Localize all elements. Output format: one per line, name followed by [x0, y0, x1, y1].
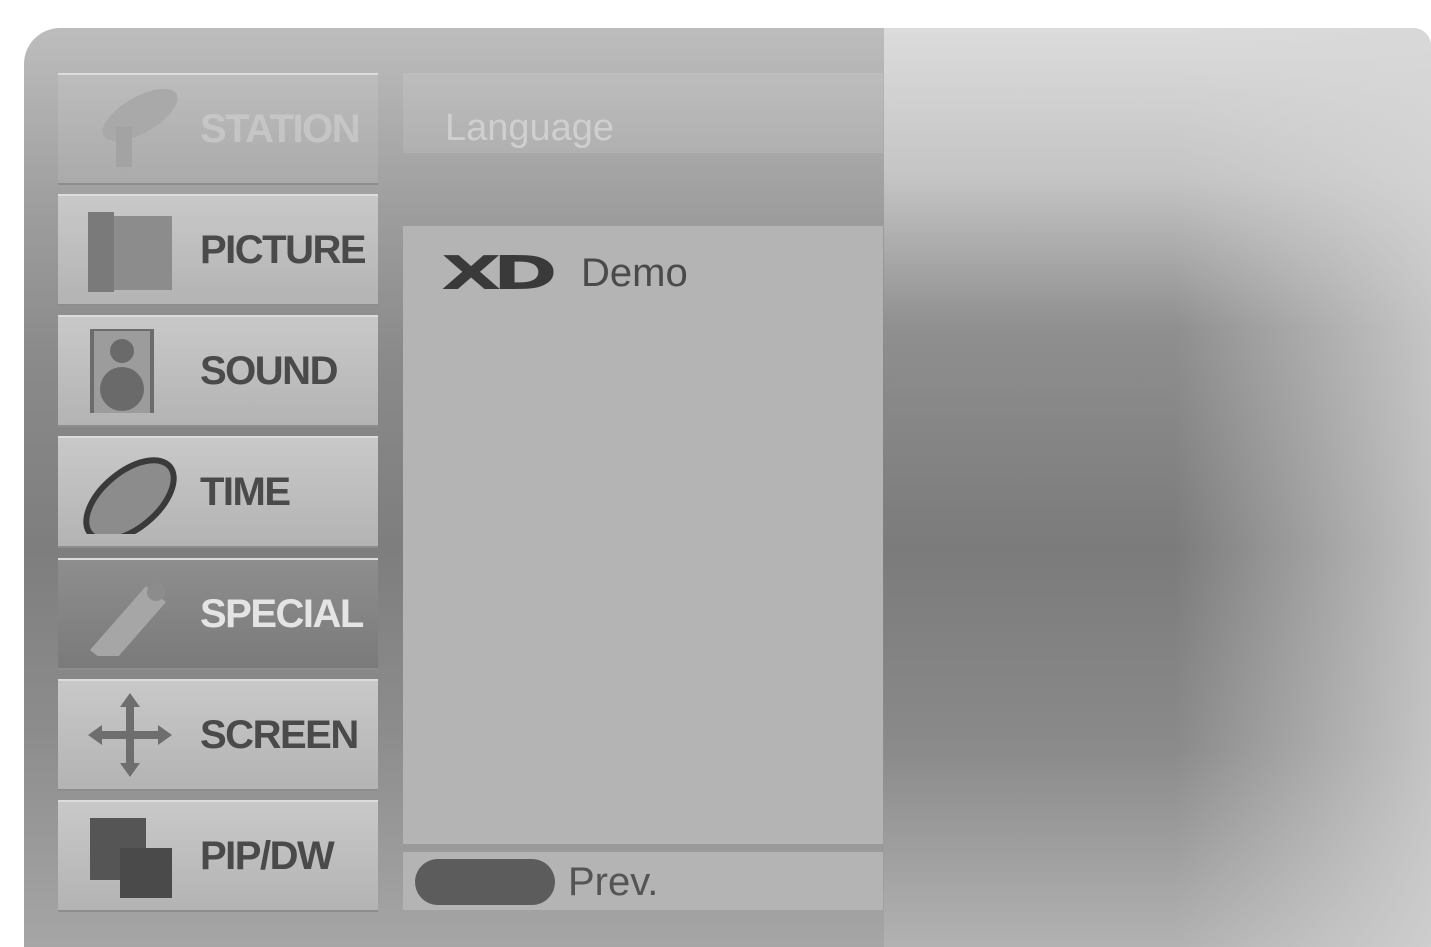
- menu-item-time[interactable]: TIME: [58, 436, 378, 548]
- menu-item-sound[interactable]: SOUND: [58, 315, 378, 427]
- menu-item-label: SCREEN: [200, 713, 359, 757]
- prev-label: Prev.: [568, 860, 659, 904]
- submenu-header: Language: [403, 73, 883, 153]
- menu-item-screen[interactable]: SCREEN: [58, 679, 378, 791]
- menu-item-pip-dw[interactable]: PIP/DW: [58, 800, 378, 912]
- pip-icon: [90, 818, 172, 898]
- menu-item-label: PICTURE: [200, 228, 367, 272]
- menu-item-station[interactable]: STATION: [58, 73, 378, 185]
- menu-button-icon[interactable]: [415, 859, 555, 905]
- menu-item-special[interactable]: SPECIAL: [58, 558, 378, 670]
- option-xd-demo[interactable]: XD Demo: [441, 238, 688, 308]
- speaker-icon: [90, 329, 154, 413]
- arrows-icon: [88, 693, 172, 777]
- menu-item-picture[interactable]: PICTURE: [58, 194, 378, 306]
- menu-item-label: STATION: [200, 107, 361, 151]
- footer-bar: Prev.: [403, 852, 883, 910]
- picture-icon: [88, 212, 172, 292]
- tag-icon: [90, 583, 166, 656]
- menu-item-label: SOUND: [200, 349, 338, 393]
- menu-item-label: SPECIAL: [200, 592, 364, 636]
- clock-icon: [83, 457, 177, 534]
- background-highlight: [1174, 28, 1431, 947]
- menu-item-label: PIP/DW: [200, 834, 335, 878]
- menu-item-label: TIME: [200, 470, 291, 514]
- satellite-icon: [102, 88, 178, 167]
- submenu-title: Language: [445, 107, 615, 149]
- submenu-panel: XD Demo: [403, 226, 883, 844]
- xd-logo: XD: [441, 246, 558, 300]
